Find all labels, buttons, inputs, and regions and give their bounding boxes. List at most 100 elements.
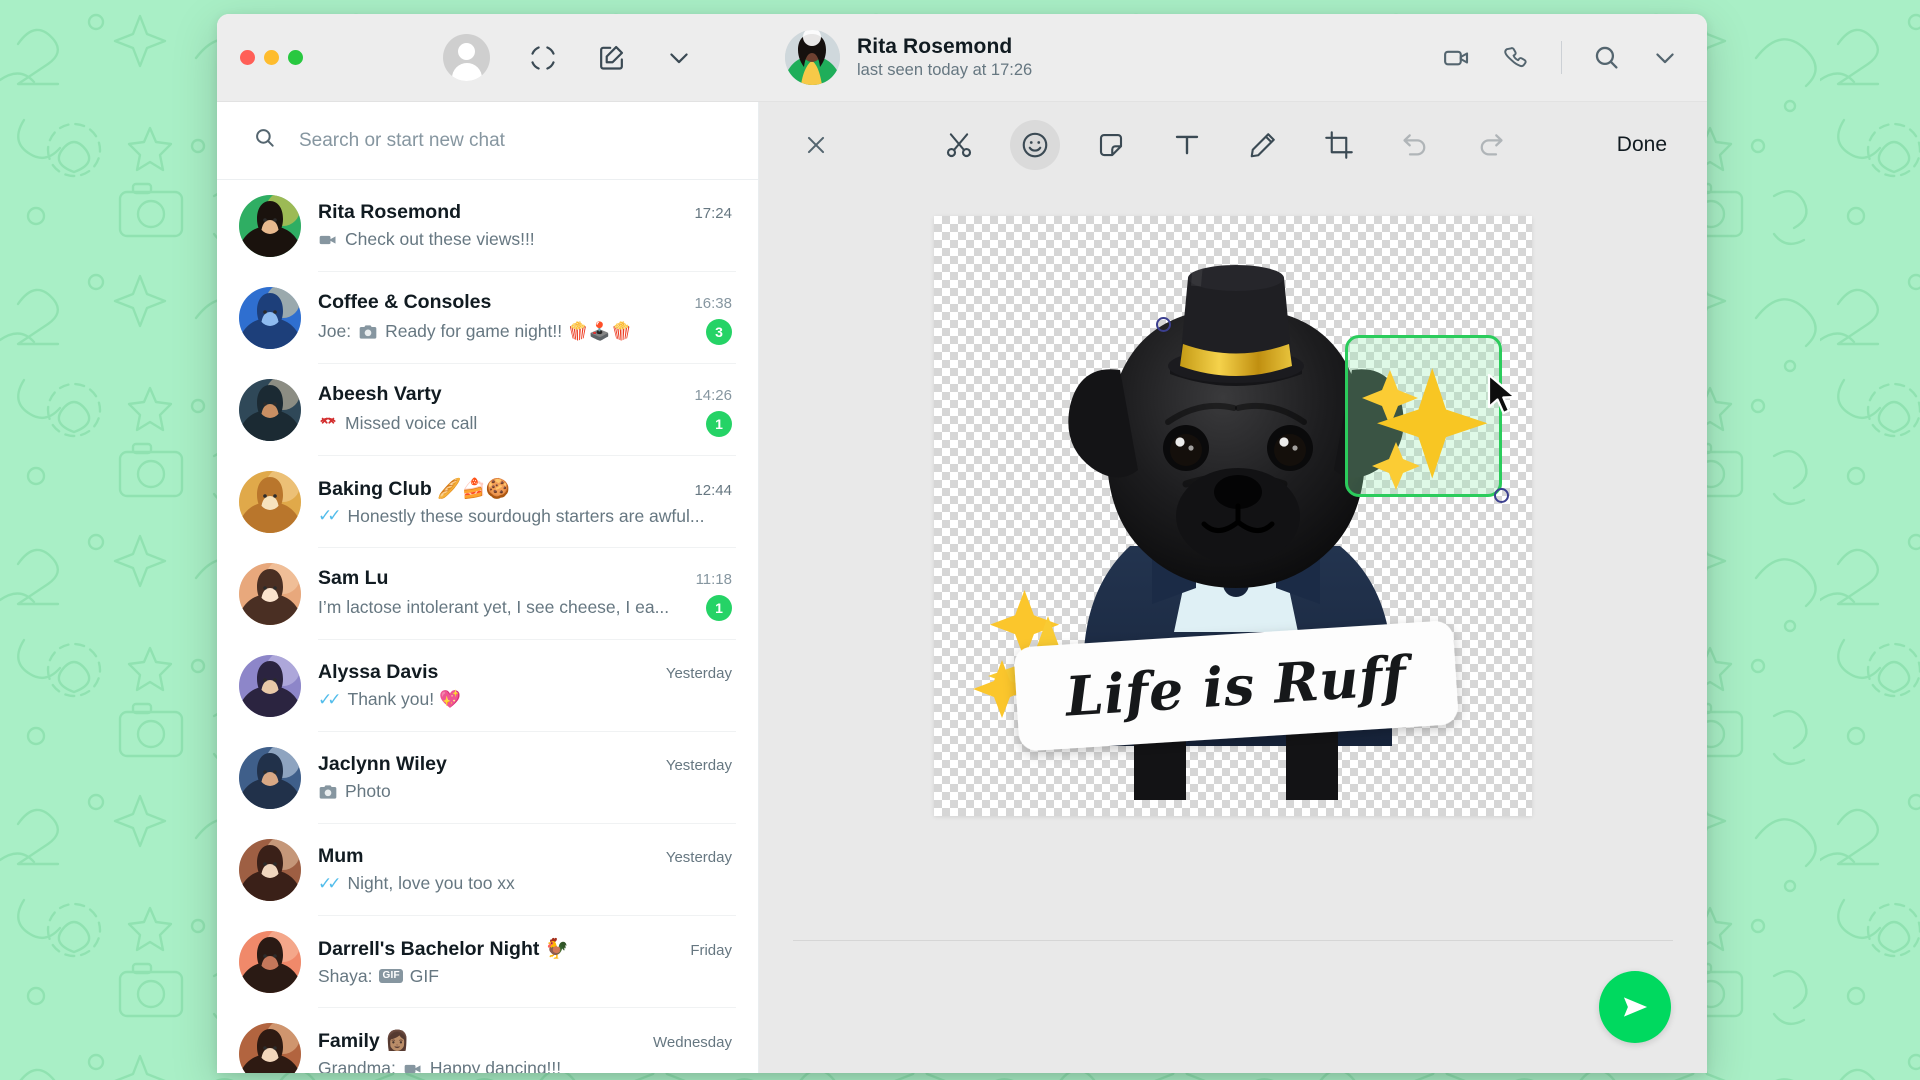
chat-header-actions	[1442, 41, 1679, 74]
text-icon[interactable]	[1162, 120, 1212, 170]
search-input[interactable]	[299, 129, 722, 152]
status-ring-icon[interactable]	[528, 43, 558, 73]
chat-item-time: 12:44	[694, 481, 732, 499]
chat-item-preview-text: Honestly these sourdough starters are aw…	[347, 505, 705, 526]
chat-item-top: Abeesh Varty 14:26	[318, 383, 732, 406]
chat-item-time: Yesterday	[665, 849, 732, 866]
chat-item-sender: Grandma:	[318, 1058, 396, 1073]
chat-item-name: Rita Rosemond	[318, 201, 462, 223]
chat-item-time: 16:38	[694, 294, 732, 312]
chat-item-preview-text: Check out these views!!!	[345, 229, 535, 249]
chat-item-body: Darrell's Bachelor Night 🐓 Friday Shaya:…	[318, 916, 736, 1008]
selection-resize-handle[interactable]	[1494, 488, 1509, 503]
chevron-down-icon[interactable]	[665, 44, 693, 72]
chat-item-top: Sam Lu 11:18	[318, 567, 732, 590]
video-call-icon[interactable]	[1442, 43, 1472, 73]
chat-item-bottom: Check out these views!!!	[318, 229, 732, 250]
chat-list-item[interactable]: Abeesh Varty 14:26 Missed voice call 1	[217, 364, 758, 456]
profile-avatar[interactable]	[443, 34, 490, 81]
chat-item-top: Baking Club 🥖🍰🍪 12:44	[318, 477, 732, 501]
selection-rotate-handle[interactable]	[1156, 317, 1171, 332]
chat-item-bottom: ✓✓ Night, love you too xx	[318, 873, 732, 894]
gif-icon: GIF	[379, 969, 403, 983]
chat-item-bottom: Grandma: Happy dancing!!!	[318, 1058, 732, 1073]
chat-item-time: Wednesday	[653, 1034, 732, 1051]
chat-item-time: Yesterday	[665, 665, 732, 682]
chat-item-body: Sam Lu 11:18 I’m lactose intolerant yet,…	[318, 548, 736, 640]
video-icon	[318, 230, 338, 250]
minimize-window-button[interactable]	[264, 50, 279, 65]
chat-list-item[interactable]: Darrell's Bachelor Night 🐓 Friday Shaya:…	[217, 916, 758, 1008]
chat-item-body: Alyssa Davis Yesterday ✓✓ Thank you! 💖	[318, 640, 736, 732]
chat-list-item[interactable]: Coffee & Consoles 16:38 Joe: Ready for g…	[217, 272, 758, 364]
chat-item-top: Darrell's Bachelor Night 🐓 Friday	[318, 937, 732, 961]
send-button[interactable]	[1599, 971, 1671, 1043]
sticker-selection-box[interactable]	[1345, 335, 1502, 497]
chat-list-item[interactable]: Rita Rosemond 17:24 Check out these view…	[217, 180, 758, 272]
voice-call-icon[interactable]	[1502, 43, 1531, 72]
chevron-down-icon[interactable]	[1651, 44, 1679, 72]
redo-icon[interactable]	[1466, 120, 1516, 170]
chat-item-bottom: Shaya: GIF GIF	[318, 966, 732, 987]
chat-item-name: Abeesh Varty	[318, 382, 442, 405]
chat-item-preview-text: Ready for game night!! 🍿🕹️🍿	[385, 321, 633, 341]
avatar	[239, 747, 301, 809]
chat-item-top: Alyssa Davis Yesterday	[318, 661, 732, 684]
mouse-cursor-icon	[1487, 373, 1517, 415]
chat-list-item[interactable]: Baking Club 🥖🍰🍪 12:44 ✓✓ Honestly these …	[217, 456, 758, 548]
chat-header-name: Rita Rosemond	[857, 35, 1013, 58]
avatar	[239, 655, 301, 717]
chat-item-preview-text: I’m lactose intolerant yet, I see cheese…	[318, 597, 670, 617]
chat-item-name: Sam Lu	[318, 566, 389, 589]
chat-item-sender: Shaya:	[318, 965, 373, 986]
unread-badge: 1	[706, 410, 732, 437]
crop-icon[interactable]	[1314, 120, 1364, 170]
chat-item-top: Family 👩🏽 Wednesday	[318, 1029, 732, 1053]
chat-item-name: Coffee & Consoles	[318, 290, 492, 313]
emoji-icon[interactable]	[1009, 120, 1060, 170]
avatar	[239, 931, 301, 993]
chat-list-item[interactable]: Sam Lu 11:18 I’m lactose intolerant yet,…	[217, 548, 758, 640]
pencil-icon[interactable]	[1238, 120, 1288, 170]
read-receipt-icon: ✓✓	[318, 506, 341, 525]
window-titlebar: Rita Rosemond last seen today at 17:26	[217, 14, 1707, 102]
photo-icon	[358, 322, 378, 342]
compose-new-chat-icon[interactable]	[596, 42, 627, 73]
chat-list-item[interactable]: Alyssa Davis Yesterday ✓✓ Thank you! 💖	[217, 640, 758, 732]
chat-list[interactable]: Rita Rosemond 17:24 Check out these view…	[217, 180, 758, 1073]
editor-tool-group	[839, 120, 1611, 170]
chat-item-top: Mum Yesterday	[318, 845, 732, 868]
close-window-button[interactable]	[240, 50, 255, 65]
chat-item-bottom: ✓✓ Thank you! 💖	[318, 689, 732, 710]
chat-list-item[interactable]: Mum Yesterday ✓✓ Night, love you too xx	[217, 824, 758, 916]
chat-list-item[interactable]: Family 👩🏽 Wednesday Grandma: Happy danci…	[217, 1008, 758, 1073]
chat-item-bottom: Photo	[318, 781, 732, 802]
search-bar	[217, 102, 758, 180]
avatar	[239, 1023, 301, 1073]
search-box[interactable]	[239, 116, 736, 165]
chat-item-body: Mum Yesterday ✓✓ Night, love you too xx	[318, 824, 736, 916]
maximize-window-button[interactable]	[288, 50, 303, 65]
search-icon[interactable]	[1592, 43, 1621, 72]
chat-item-preview: Shaya: GIF GIF	[318, 966, 732, 987]
crop-cutout-icon[interactable]	[934, 120, 984, 170]
chat-item-top: Coffee & Consoles 16:38	[318, 291, 732, 314]
chat-item-preview: ✓✓ Honestly these sourdough starters are…	[318, 506, 732, 527]
chat-item-preview-text: Thank you! 💖	[347, 689, 461, 709]
sticker-canvas[interactable]: Life is Ruff	[934, 216, 1532, 816]
send-icon	[1623, 997, 1648, 1017]
editor-toolbar: Done	[759, 102, 1707, 188]
chat-list-item[interactable]: Jaclynn Wiley Yesterday Photo	[217, 732, 758, 824]
chat-item-top: Rita Rosemond 17:24	[318, 201, 732, 224]
chat-header-avatar[interactable]	[785, 30, 840, 85]
selected-sparkles-emoji	[1362, 368, 1488, 490]
chat-header: Rita Rosemond last seen today at 17:26	[759, 14, 1707, 101]
avatar	[239, 839, 301, 901]
done-button[interactable]: Done	[1611, 127, 1673, 163]
sticker-icon[interactable]	[1086, 120, 1136, 170]
window-traffic-lights[interactable]	[240, 50, 303, 65]
undo-icon[interactable]	[1390, 120, 1440, 170]
chat-item-name: Family 👩🏽	[318, 1030, 410, 1052]
editor-canvas-area: Life is Ruff	[759, 188, 1707, 940]
close-icon[interactable]	[793, 132, 839, 158]
